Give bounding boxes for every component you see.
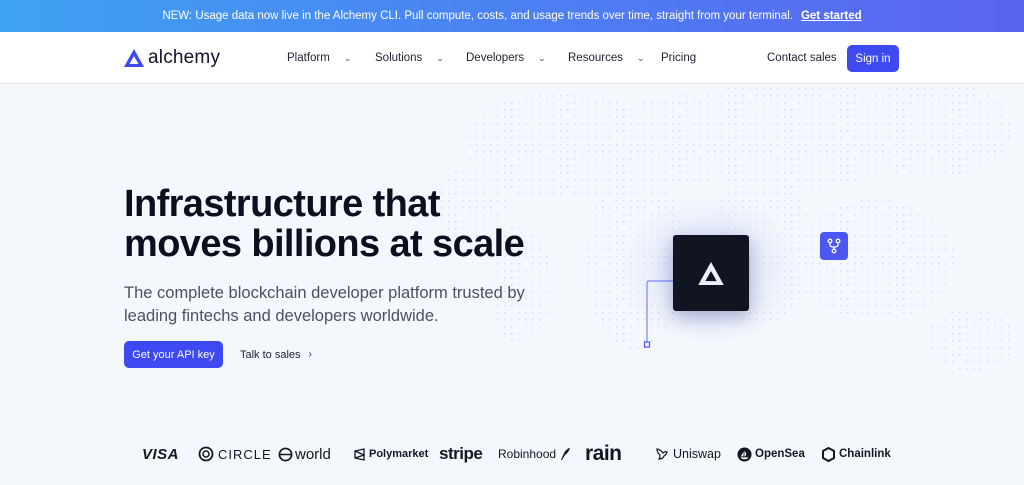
nav-item-label: Developers — [466, 52, 525, 64]
alchemy-logo[interactable]: alchemy — [124, 47, 220, 69]
partner-name: Robinhood — [498, 447, 557, 461]
chip-card — [673, 235, 749, 311]
partner-rain: rain — [585, 440, 622, 468]
announcement-banner: NEW: Usage data now live in the Alchemy … — [0, 0, 1024, 32]
get-api-key-button[interactable]: Get your API key — [124, 341, 223, 368]
partner-name: world — [295, 445, 331, 463]
chainlink-hexagon-icon — [822, 446, 835, 462]
contact-sales-link[interactable]: Contact sales — [767, 32, 837, 84]
nav-item-resources[interactable]: Resources ⌄ — [568, 32, 645, 84]
partner-robinhood: Robinhood — [498, 440, 571, 468]
opensea-logo-icon — [737, 446, 752, 462]
hero-headline: Infrastructure that moves billions at sc… — [124, 184, 584, 264]
circle-logo-icon — [198, 446, 214, 462]
hero-subtitle: The complete blockchain developer platfo… — [124, 282, 544, 328]
partner-name: OpenSea — [755, 448, 805, 460]
chevron-right-icon: › — [308, 349, 312, 360]
nav-item-label: Pricing — [661, 52, 697, 64]
chevron-down-icon: ⌄ — [436, 52, 444, 63]
stripe-logo: stripe — [439, 444, 483, 463]
robinhood-feather-icon — [561, 448, 571, 460]
chevron-down-icon: ⌄ — [343, 52, 352, 63]
talk-to-sales-link[interactable]: Talk to sales › — [240, 341, 312, 368]
partner-name: Polymarket — [369, 448, 429, 460]
logo-wordmark: alchemy — [148, 47, 221, 68]
alchemy-logo-icon — [124, 49, 144, 67]
banner-get-started-link[interactable]: Get started — [801, 10, 862, 22]
nav-item-label: Platform — [287, 52, 330, 64]
world-logo-icon — [278, 447, 293, 461]
visa-logo: VISA — [142, 445, 180, 463]
rain-logo: rain — [585, 442, 622, 465]
chevron-down-icon: ⌄ — [636, 52, 645, 63]
nav-item-label: Resources — [568, 52, 623, 64]
talk-to-sales-label: Talk to sales — [240, 348, 301, 361]
subtitle-line-2: leading fintechs and developers worldwid… — [124, 307, 439, 325]
partner-visa: VISA — [142, 440, 179, 468]
git-branch-icon — [827, 238, 841, 254]
top-navigation: alchemy Platform ⌄ Solutions ⌄ Developer… — [0, 32, 1024, 84]
sign-in-button[interactable]: Sign in — [847, 45, 899, 72]
git-branch-badge — [820, 232, 848, 260]
nav-item-pricing[interactable]: Pricing — [661, 32, 696, 84]
headline-line-1: Infrastructure that — [124, 183, 440, 225]
alchemy-logo-icon — [698, 261, 724, 285]
nav-item-developers[interactable]: Developers ⌄ — [466, 32, 546, 84]
nav-item-platform[interactable]: Platform ⌄ — [287, 32, 351, 84]
uniswap-unicorn-icon — [656, 448, 668, 460]
partner-name: Uniswap — [673, 447, 721, 461]
partner-uniswap: Uniswap — [655, 440, 721, 468]
nav-item-solutions[interactable]: Solutions ⌄ — [375, 32, 444, 84]
partner-circle: CIRCLE — [198, 440, 272, 468]
banner-text: NEW: Usage data now live in the Alchemy … — [162, 10, 793, 22]
partner-opensea: OpenSea — [737, 440, 805, 468]
partner-name: Chainlink — [839, 448, 891, 460]
nav-item-label: Solutions — [375, 52, 423, 64]
polymarket-logo-icon — [354, 447, 365, 461]
partner-chainlink: Chainlink — [822, 440, 891, 468]
partner-logos-row: VISA CIRCLE world Polymarket stripe Robi… — [140, 440, 891, 468]
chevron-down-icon: ⌄ — [538, 52, 546, 63]
partner-name: CIRCLE — [218, 446, 272, 462]
subtitle-line-1: The complete blockchain developer platfo… — [124, 284, 525, 302]
headline-line-2: moves billions at scale — [124, 223, 525, 265]
partner-world: world — [278, 440, 331, 468]
partner-stripe: stripe — [439, 440, 483, 468]
partner-polymarket: Polymarket — [354, 440, 428, 468]
